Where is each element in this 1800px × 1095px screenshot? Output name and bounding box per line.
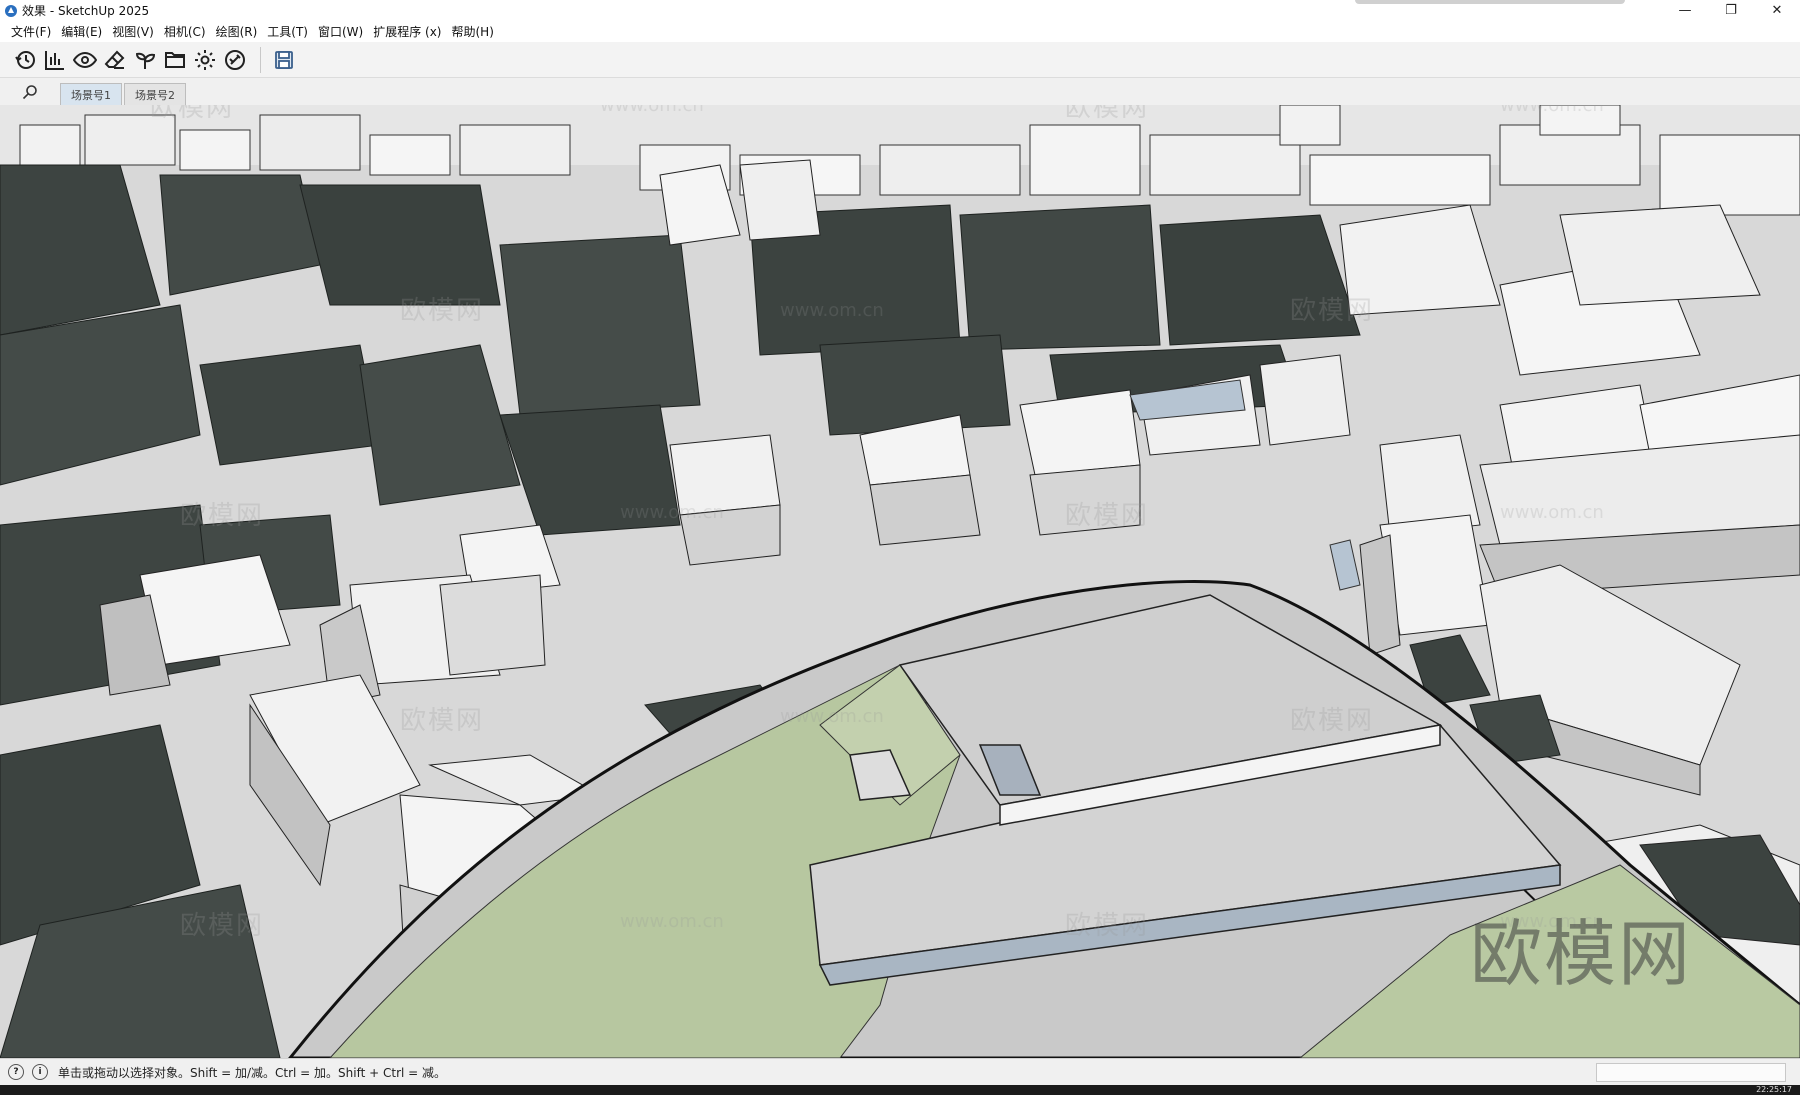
menu-bar: 文件(F) 编辑(E) 视图(V) 相机(C) 绘图(R) 工具(T) 窗口(W… [0, 21, 1800, 42]
history-icon[interactable] [10, 45, 40, 75]
menu-tools[interactable]: 工具(T) [262, 23, 313, 40]
menu-edit[interactable]: 编辑(E) [56, 23, 107, 40]
menu-window[interactable]: 窗口(W) [313, 23, 368, 40]
eye-icon[interactable] [70, 45, 100, 75]
window-title: 效果 - SketchUp 2025 [22, 4, 150, 18]
gear-icon[interactable] [190, 45, 220, 75]
window-controls: — ❐ ✕ [1662, 0, 1800, 21]
search-icon[interactable] [0, 78, 60, 105]
toolbar [0, 42, 1800, 78]
status-hint: 单击或拖动以选择对象。Shift = 加/减。Ctrl = 加。Shift + … [58, 1065, 447, 1080]
status-bar: ? i 单击或拖动以选择对象。Shift = 加/减。Ctrl = 加。Shif… [0, 1058, 1800, 1085]
brush-icon[interactable] [220, 45, 250, 75]
background-window-tab [1355, 0, 1625, 4]
menu-extensions[interactable]: 扩展程序 (x) [368, 23, 446, 40]
info-icon[interactable]: i [32, 1064, 48, 1080]
close-button[interactable]: ✕ [1754, 0, 1800, 21]
model-scene [0, 105, 1800, 1058]
scene-tab-2[interactable]: 场景号2 [124, 83, 186, 105]
scene-tabs-bar: 场景号1 场景号2 [0, 78, 1800, 105]
scene-tab-1[interactable]: 场景号1 [60, 83, 122, 105]
save-icon[interactable] [269, 45, 299, 75]
menu-file[interactable]: 文件(F) [6, 23, 56, 40]
title-bar: 效果 - SketchUp 2025 — ❐ ✕ [0, 0, 1800, 21]
menu-camera[interactable]: 相机(C) [159, 23, 211, 40]
toolbar-separator [260, 46, 261, 73]
restore-button[interactable]: ❐ [1708, 0, 1754, 21]
minimize-button[interactable]: — [1662, 0, 1708, 21]
menu-help[interactable]: 帮助(H) [446, 23, 498, 40]
eraser-icon[interactable] [100, 45, 130, 75]
taskbar-clock: 22:25:17 [1756, 1085, 1792, 1094]
sprout-icon[interactable] [130, 45, 160, 75]
sketchup-logo-icon [5, 4, 17, 17]
measurements-box[interactable] [1596, 1063, 1786, 1082]
menu-draw[interactable]: 绘图(R) [211, 23, 263, 40]
chart-icon[interactable] [40, 45, 70, 75]
model-viewport[interactable]: 欧模网 www.om.cn 欧模网 www.om.cn 欧模网 www.om.c… [0, 105, 1800, 1058]
menu-view[interactable]: 视图(V) [107, 23, 159, 40]
geolocation-icon[interactable]: ? [8, 1064, 24, 1080]
taskbar: 22:25:17 [0, 1085, 1800, 1095]
folder-icon[interactable] [160, 45, 190, 75]
